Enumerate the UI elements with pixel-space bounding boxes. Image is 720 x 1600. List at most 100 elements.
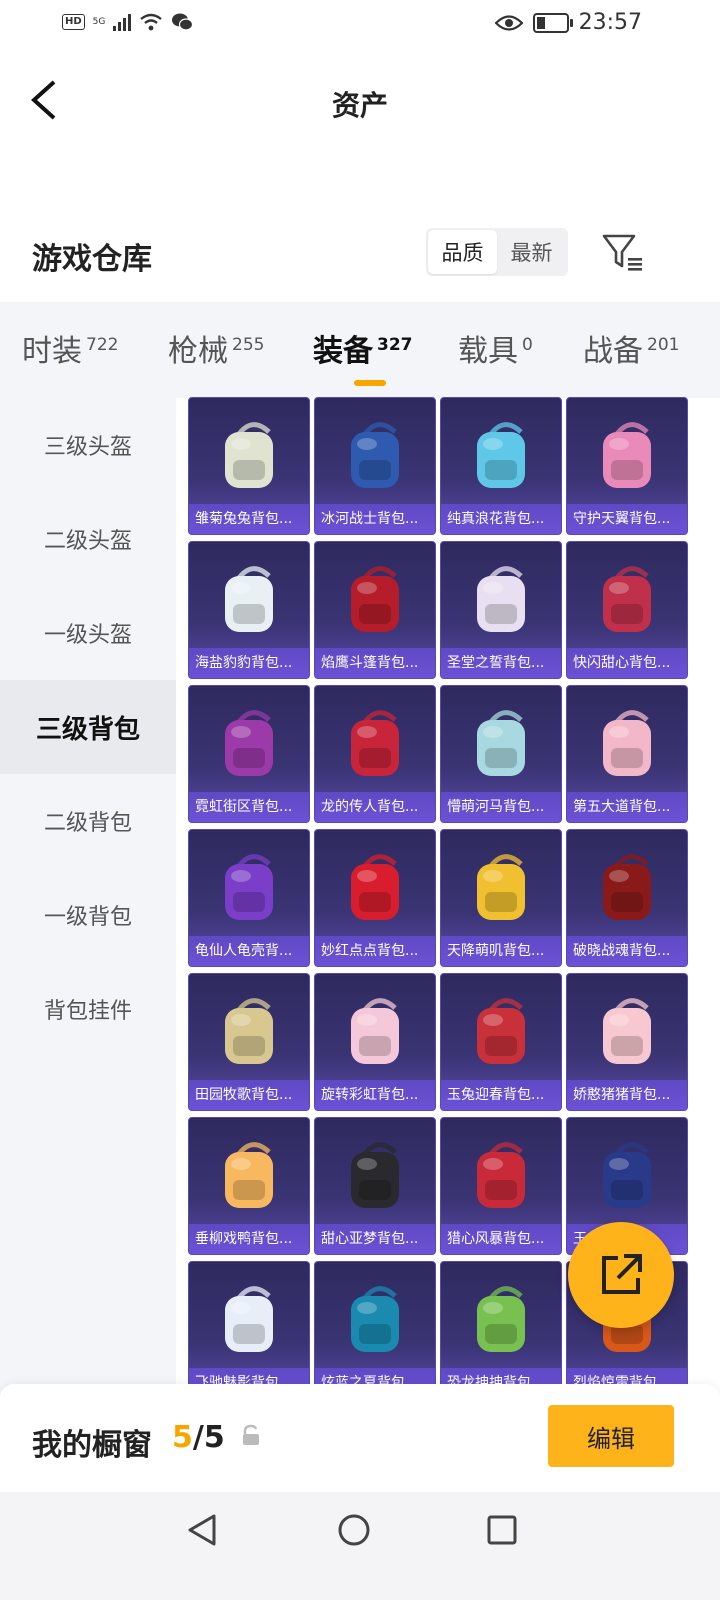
tab-count: 255 xyxy=(232,335,265,355)
tab-label: 战备 xyxy=(583,334,643,369)
item-card[interactable]: 甜心亚梦背包... xyxy=(314,1117,436,1255)
item-card[interactable]: 天降萌叽背包... xyxy=(440,829,562,967)
tab-fashion[interactable]: 时装 722 xyxy=(22,326,118,370)
backpack-icon xyxy=(225,1142,273,1208)
item-card[interactable]: 海盐豹豹背包... xyxy=(188,541,310,679)
share-button[interactable] xyxy=(568,1222,674,1328)
item-card[interactable]: 龙的传人背包... xyxy=(314,685,436,823)
nav-back-icon[interactable] xyxy=(184,1512,220,1548)
active-tab-indicator xyxy=(354,380,386,386)
item-name: 霓虹街区背包... xyxy=(189,792,309,822)
tab-supplies[interactable]: 战备 201 xyxy=(583,326,679,370)
status-bar-left: HD 5G xyxy=(62,12,194,32)
backpack-icon xyxy=(603,1142,651,1208)
item-name: 龟仙人龟壳背... xyxy=(189,936,309,966)
sort-quality-button[interactable]: 品质 xyxy=(428,230,497,274)
backpack-icon xyxy=(477,998,525,1064)
item-card[interactable]: 焰鹰斗篷背包... xyxy=(314,541,436,679)
tab-label: 时装 xyxy=(22,334,82,369)
status-time: 23:57 xyxy=(578,10,642,35)
item-card[interactable]: 守护天翼背包... xyxy=(566,397,688,535)
tab-count: 722 xyxy=(86,335,119,355)
item-name: 焰鹰斗篷背包... xyxy=(315,648,435,678)
tab-count: 0 xyxy=(522,335,533,355)
item-name: 冰河战士背包... xyxy=(315,504,435,534)
warehouse-title: 游戏仓库 xyxy=(32,242,152,277)
item-card[interactable]: 雏菊兔兔背包... xyxy=(188,397,310,535)
backpack-icon xyxy=(351,1286,399,1352)
item-name: 天降萌叽背包... xyxy=(441,936,561,966)
status-bar-right: 23:57 xyxy=(494,10,642,35)
wifi-icon xyxy=(140,13,163,31)
backpack-icon xyxy=(351,710,399,776)
item-card[interactable]: 龟仙人龟壳背... xyxy=(188,829,310,967)
sort-toggle: 品质 最新 xyxy=(426,228,568,276)
item-name: 海盐豹豹背包... xyxy=(189,648,309,678)
item-card[interactable]: 飞驰魅影背包... xyxy=(188,1261,310,1399)
page-title: 资产 xyxy=(331,89,388,122)
showcase-total: 5 xyxy=(203,1420,225,1455)
backpack-icon xyxy=(225,710,273,776)
item-name: 雏菊兔兔背包... xyxy=(189,504,309,534)
item-name: 甜心亚梦背包... xyxy=(315,1224,435,1254)
item-card[interactable]: 圣堂之誓背包... xyxy=(440,541,562,679)
item-card[interactable]: 霓虹街区背包... xyxy=(188,685,310,823)
tab-vehicles[interactable]: 载具 0 xyxy=(458,326,533,370)
item-card[interactable]: 破晓战魂背包... xyxy=(566,829,688,967)
edit-button[interactable]: 编辑 xyxy=(548,1405,674,1467)
sidebar-item-helmet-lv3[interactable]: 三级头盔 xyxy=(0,398,176,492)
sidebar-item-helmet-lv1[interactable]: 一级头盔 xyxy=(0,586,176,680)
backpack-icon xyxy=(603,566,651,632)
backpack-icon xyxy=(351,566,399,632)
backpack-icon xyxy=(603,422,651,488)
item-card[interactable]: 恐龙抻抻背包... xyxy=(440,1261,562,1399)
backpack-icon xyxy=(351,1142,399,1208)
backpack-icon xyxy=(477,710,525,776)
showcase-label: 我的橱窗 xyxy=(32,1428,152,1463)
item-card[interactable]: 田园牧歌背包... xyxy=(188,973,310,1111)
item-name: 妙红点点背包... xyxy=(315,936,435,966)
item-card[interactable]: 玉兔迎春背包... xyxy=(440,973,562,1111)
nav-recents-icon[interactable] xyxy=(486,1514,518,1546)
sidebar-item-backpack-pendant[interactable]: 背包挂件 xyxy=(0,962,176,1056)
item-card[interactable]: 妙红点点背包... xyxy=(314,829,436,967)
item-card[interactable]: 冰河战士背包... xyxy=(314,397,436,535)
item-card[interactable]: 炫蓝之夏背包... xyxy=(314,1261,436,1399)
item-name: 旋转彩虹背包... xyxy=(315,1080,435,1110)
tab-equipment[interactable]: 装备 327 xyxy=(313,326,413,370)
sidebar-item-backpack-lv2[interactable]: 二级背包 xyxy=(0,774,176,868)
sort-newest-button[interactable]: 最新 xyxy=(497,230,566,274)
backpack-icon xyxy=(225,422,273,488)
backpack-icon xyxy=(603,998,651,1064)
sidebar-item-helmet-lv2[interactable]: 二级头盔 xyxy=(0,492,176,586)
item-name: 懵萌河马背包... xyxy=(441,792,561,822)
hd-indicator: HD xyxy=(62,14,85,30)
sidebar-item-backpack-lv3[interactable]: 三级背包 xyxy=(0,680,176,774)
item-card[interactable]: 懵萌河马背包... xyxy=(440,685,562,823)
network-type: 5G xyxy=(92,16,106,27)
tab-label: 载具 xyxy=(458,334,518,369)
filter-icon xyxy=(602,234,642,271)
nav-home-icon[interactable] xyxy=(336,1512,372,1548)
showcase-count: 5/5 xyxy=(172,1420,225,1455)
item-name: 破晓战魂背包... xyxy=(567,936,687,966)
backpack-icon xyxy=(225,998,273,1064)
backpack-icon xyxy=(477,1142,525,1208)
item-card[interactable]: 猎心风暴背包... xyxy=(440,1117,562,1255)
filter-button[interactable] xyxy=(600,232,644,272)
item-name: 田园牧歌背包... xyxy=(189,1080,309,1110)
status-bar: HD 5G 23:57 xyxy=(0,0,720,48)
backpack-icon xyxy=(603,710,651,776)
item-name: 圣堂之誓背包... xyxy=(441,648,561,678)
sidebar-item-backpack-lv1[interactable]: 一级背包 xyxy=(0,868,176,962)
item-card[interactable]: 纯真浪花背包... xyxy=(440,397,562,535)
item-card[interactable]: 垂柳戏鸭背包... xyxy=(188,1117,310,1255)
item-name: 垂柳戏鸭背包... xyxy=(189,1224,309,1254)
item-card[interactable]: 快闪甜心背包... xyxy=(566,541,688,679)
lock-icon xyxy=(240,1424,262,1448)
item-card[interactable]: 旋转彩虹背包... xyxy=(314,973,436,1111)
tab-firearms[interactable]: 枪械 255 xyxy=(168,326,264,370)
battery-icon xyxy=(532,12,573,33)
item-card[interactable]: 第五大道背包... xyxy=(566,685,688,823)
item-card[interactable]: 娇憨猪猪背包... xyxy=(566,973,688,1111)
